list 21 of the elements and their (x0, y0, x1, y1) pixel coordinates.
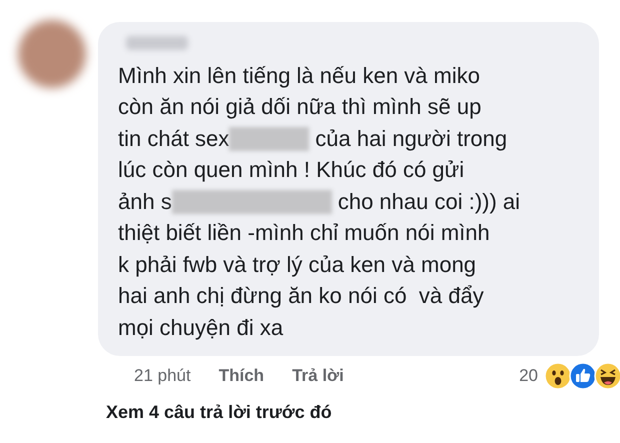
comment-text: còn ăn nói giả dối nữa thì mình sẽ up (118, 94, 482, 120)
comment-text: hai anh chị đừng ăn ko nói có và đẩy (118, 283, 484, 310)
thumbs-up-icon (569, 362, 597, 390)
reply-link[interactable]: Trả lời (292, 366, 344, 386)
reaction-count: 20 (519, 366, 538, 386)
comment-text: lúc còn quen mình ! Khúc đó có gửi (118, 157, 464, 184)
comment-text: cho nhau coi :))) ai (338, 188, 520, 215)
surprised-face-icon (544, 362, 572, 390)
comment-text: ảnh s (118, 188, 172, 215)
comment-text: k phải fwb và trợ lý của ken và mong (118, 252, 476, 278)
comment-text: mọi chuyện đi xa (118, 314, 284, 341)
blurred-author-name (126, 36, 188, 50)
comment-time: 21 phút (134, 366, 191, 386)
avatar[interactable] (18, 20, 86, 88)
like-link[interactable]: Thích (218, 366, 264, 386)
comment-text: Mình xin lên tiếng là nếu ken và miko (118, 62, 480, 89)
comment-text: tin chát sex (118, 126, 230, 152)
view-previous-replies-link[interactable]: Xem 4 câu trả lời trước đó (106, 402, 332, 422)
comment-text: thiệt biết liền -mình chỉ muốn nói mình (118, 220, 490, 246)
laughing-face-icon (594, 362, 620, 390)
comment-text: của hai người trong (315, 126, 508, 152)
